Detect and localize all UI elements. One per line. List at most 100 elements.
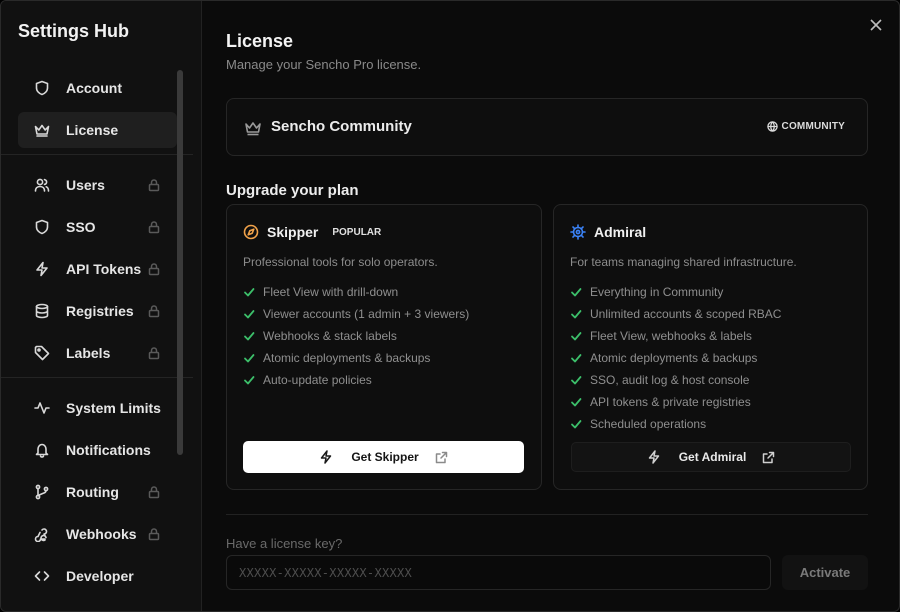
globe-icon [766, 121, 778, 132]
feature-text: Atomic deployments & backups [263, 351, 431, 365]
lock-icon [147, 220, 161, 234]
feature-item: Fleet View, webhooks & labels [570, 325, 781, 347]
popular-badge: POPULAR [332, 226, 382, 238]
sidebar-item-api-tokens[interactable]: API Tokens [18, 251, 177, 287]
upgrade-section-title: Upgrade your plan [226, 182, 359, 199]
sidebar-item-routing[interactable]: Routing [18, 474, 177, 510]
bell-icon [34, 442, 50, 458]
feature-item: Everything in Community [570, 281, 781, 303]
sidebar-item-developer[interactable]: Developer [18, 558, 177, 594]
page-subtitle: Manage your Sencho Pro license. [226, 57, 422, 72]
sidebar-item-sso[interactable]: SSO [18, 209, 177, 245]
external-link-icon [762, 451, 775, 464]
lock-icon [147, 262, 161, 276]
feature-item: Webhooks & stack labels [243, 325, 469, 347]
sidebar-item-label: Routing [66, 484, 119, 500]
sidebar-item-label: Notifications [66, 442, 151, 458]
sidebar-item-registries[interactable]: Registries [18, 293, 177, 329]
bolt-icon [34, 261, 50, 277]
feature-list: Everything in Community Unlimited account… [570, 281, 781, 435]
settings-dialog: Settings Hub Account License Users SSO API T… [0, 0, 900, 612]
sidebar-item-label: Labels [66, 345, 111, 361]
close-button[interactable] [869, 18, 883, 32]
compass-icon [243, 224, 259, 240]
check-icon [570, 418, 582, 430]
feature-text: Fleet View with drill-down [263, 285, 399, 299]
plan-name: Admiral [594, 224, 647, 240]
get-skipper-button[interactable]: Get Skipper [243, 441, 524, 473]
sidebar-item-label: Users [66, 177, 105, 193]
sidebar-scrollbar[interactable] [177, 70, 183, 455]
sidebar-item-labels[interactable]: Labels [18, 335, 177, 371]
crown-icon [244, 119, 262, 137]
shield-icon [34, 80, 50, 96]
check-icon [570, 308, 582, 320]
sidebar-title: Settings Hub [18, 21, 129, 41]
sidebar-item-label: Account [66, 80, 122, 96]
feature-text: Fleet View, webhooks & labels [590, 329, 752, 343]
feature-text: Atomic deployments & backups [590, 351, 758, 365]
sidebar: Settings Hub Account License Users SSO API T… [1, 1, 202, 611]
sidebar-item-system-limits[interactable]: System Limits [18, 390, 177, 426]
sidebar-item-label: License [66, 122, 119, 138]
feature-item: Scheduled operations [570, 413, 781, 435]
database-icon [34, 303, 50, 319]
current-plan-name: Sencho Community [271, 118, 412, 135]
feature-item: Auto-update policies [243, 369, 469, 391]
sidebar-item-account[interactable]: Account [18, 70, 177, 106]
feature-item: Atomic deployments & backups [570, 347, 781, 369]
sidebar-divider [1, 377, 193, 378]
helm-icon [570, 224, 586, 240]
check-icon [570, 330, 582, 342]
feature-item: Unlimited accounts & scoped RBAC [570, 303, 781, 325]
feature-item: SSO, audit log & host console [570, 369, 781, 391]
plan-description: For teams managing shared infrastructure… [570, 255, 797, 269]
check-icon [570, 374, 582, 386]
license-key-input[interactable] [226, 555, 771, 590]
sidebar-divider [1, 154, 193, 155]
check-icon [570, 396, 582, 408]
section-divider [226, 514, 868, 515]
feature-text: Auto-update policies [263, 373, 372, 387]
license-key-label: Have a license key? [226, 536, 343, 551]
feature-item: Fleet View with drill-down [243, 281, 469, 303]
get-admiral-button[interactable]: Get Admiral [571, 442, 851, 472]
page-title: License [226, 31, 294, 51]
plan-card-admiral: Admiral For teams managing shared infras… [553, 204, 868, 490]
sidebar-item-notifications[interactable]: Notifications [18, 432, 177, 468]
sidebar-item-users[interactable]: Users [18, 167, 177, 203]
feature-text: Unlimited accounts & scoped RBAC [590, 307, 782, 321]
main-panel: License Manage your Sencho Pro license. … [202, 1, 899, 611]
sidebar-item-webhooks[interactable]: Webhooks [18, 516, 177, 552]
webhook-icon [34, 526, 50, 542]
current-plan-card: Sencho Community COMMUNITY [226, 98, 868, 156]
tier-badge: COMMUNITY [766, 121, 845, 132]
lock-icon [147, 346, 161, 360]
activate-button[interactable]: Activate [782, 555, 868, 590]
check-icon [570, 286, 582, 298]
bolt-icon [319, 450, 333, 464]
feature-list: Fleet View with drill-down Viewer account… [243, 281, 469, 391]
external-link-icon [435, 451, 448, 464]
check-icon [243, 374, 255, 386]
lock-icon [147, 485, 161, 499]
feature-item: Atomic deployments & backups [243, 347, 469, 369]
tag-icon [34, 345, 50, 361]
check-icon [570, 352, 582, 364]
sidebar-item-license[interactable]: License [18, 112, 177, 148]
plan-name: Skipper [267, 224, 319, 240]
feature-text: API tokens & private registries [590, 395, 751, 409]
get-admiral-label: Get Admiral [678, 450, 747, 464]
tier-badge-label: COMMUNITY [781, 121, 845, 132]
feature-text: Everything in Community [590, 285, 724, 299]
shield-icon [34, 219, 50, 235]
git-branch-icon [34, 484, 50, 500]
check-icon [243, 352, 255, 364]
sidebar-item-label: SSO [66, 219, 96, 235]
sidebar-item-label: API Tokens [66, 261, 142, 277]
feature-text: Webhooks & stack labels [263, 329, 397, 343]
users-icon [34, 177, 50, 193]
code-icon [34, 568, 50, 584]
check-icon [243, 286, 255, 298]
sidebar-item-label: Webhooks [66, 526, 137, 542]
